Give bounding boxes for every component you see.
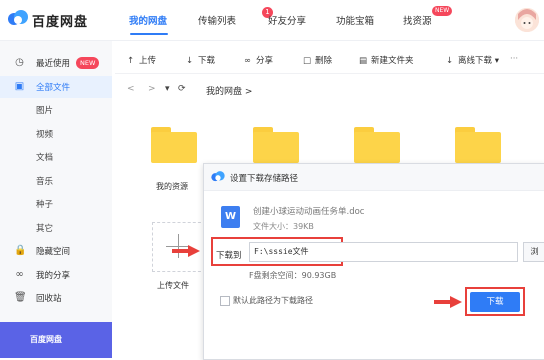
sidebar-item-label: 图片: [36, 106, 54, 116]
sidebar-item-music[interactable]: 音乐: [0, 170, 112, 192]
default-path-checkbox[interactable]: [220, 296, 230, 306]
sidebar-item-label: 全部文件: [36, 83, 71, 93]
sidebar-item-label: 回收站: [36, 294, 62, 304]
browse-button[interactable]: 浏: [523, 242, 544, 262]
new-badge: NEW: [76, 57, 100, 69]
baidu-netdisk-logo-icon: [8, 10, 28, 25]
red-arrow-icon: [434, 296, 462, 308]
avatar-icon: [515, 8, 539, 32]
breadcrumb-item: 我的网盘: [206, 87, 243, 97]
offline-download-label: 离线下载: [458, 56, 493, 66]
forward-icon[interactable]: >: [148, 84, 156, 94]
folder-icon[interactable]: [253, 127, 299, 163]
avatar[interactable]: [515, 8, 539, 32]
delete-button[interactable]: □ 删除: [303, 54, 332, 66]
clock-icon: ◷: [15, 57, 24, 68]
sidebar-item-label: 文档: [36, 153, 54, 163]
new-folder-button[interactable]: ▤ 新建文件夹: [359, 54, 414, 66]
offline-download-icon: ↓: [446, 56, 454, 66]
sidebar-item-recent[interactable]: ◷ 最近使用 NEW: [0, 52, 112, 74]
trash-icon: 🗑: [14, 292, 27, 303]
sidebar-item-label: 音乐: [36, 177, 54, 187]
sidebar-item-label: 种子: [36, 200, 54, 210]
document-icon: ▣: [14, 81, 25, 92]
new-badge: NEW: [432, 6, 453, 16]
share-button[interactable]: ∞ 分享: [244, 54, 273, 66]
sidebar-item-label: 隐藏空间: [36, 247, 71, 257]
back-icon[interactable]: <: [127, 84, 135, 94]
tab-friend-share[interactable]: 好友分享: [268, 13, 306, 27]
folder-label: 我的资源: [156, 182, 188, 191]
upload-button[interactable]: ↑ 上传: [127, 54, 156, 66]
promo-text: 百度网盘: [30, 335, 62, 344]
baidu-netdisk-logo-icon: [211, 171, 225, 182]
sidebar-item-my-shares[interactable]: ∞ 我的分享: [0, 264, 112, 286]
tab-find-resources[interactable]: 找资源: [403, 13, 432, 27]
download-path-input[interactable]: [250, 243, 508, 259]
sidebar-item-label: 视频: [36, 130, 54, 140]
sidebar-item-hidden-space[interactable]: 🔒 隐藏空间: [0, 240, 112, 262]
more-button[interactable]: ···: [510, 54, 518, 64]
offline-download-button[interactable]: ↓ 离线下载 ▾: [446, 54, 499, 66]
sidebar-item-torrents[interactable]: 种子: [0, 193, 112, 215]
breadcrumb[interactable]: 我的网盘 >: [206, 84, 252, 97]
tab-transfer-list[interactable]: 传输列表: [198, 13, 236, 27]
delete-label: 删除: [315, 56, 333, 66]
sidebar-item-all-files[interactable]: ▣ 全部文件: [0, 76, 112, 98]
share-label: 分享: [256, 56, 274, 66]
download-button[interactable]: 下载: [470, 292, 520, 312]
dialog-title: 设置下载存储路径: [230, 174, 299, 184]
tab-toolbox[interactable]: 功能宝箱: [336, 13, 374, 27]
sidebar-item-documents[interactable]: 文档: [0, 146, 112, 168]
download-path-field[interactable]: [249, 242, 518, 262]
new-folder-label: 新建文件夹: [371, 56, 414, 66]
free-space-text: F盘剩余空间：90.93GB: [249, 271, 337, 280]
folder-plus-icon: ▤: [359, 56, 368, 66]
folder-icon[interactable]: [455, 127, 501, 163]
sidebar-item-label: 其它: [36, 224, 54, 234]
red-arrow-icon: [172, 245, 200, 257]
active-tab-indicator: [130, 33, 168, 35]
app-title: 百度网盘: [32, 15, 89, 30]
breadcrumb-separator: >: [244, 87, 253, 97]
download-icon: ↓: [186, 56, 194, 66]
folder-icon[interactable]: [354, 127, 400, 163]
sidebar-item-others[interactable]: 其它: [0, 217, 112, 239]
toolbar-divider: [115, 73, 544, 74]
download-button[interactable]: ↓ 下载: [186, 54, 215, 66]
upload-label: 上传: [139, 56, 157, 66]
word-document-icon: W: [221, 206, 240, 228]
chevron-down-icon: ▾: [492, 56, 499, 66]
lock-icon: 🔒: [14, 245, 27, 256]
download-to-label: 下载到: [216, 251, 242, 261]
upload-icon: ↑: [127, 56, 135, 66]
sidebar-item-recycle-bin[interactable]: 🗑 回收站: [0, 287, 112, 309]
sidebar-item-label: 最近使用: [36, 59, 71, 69]
download-label: 下载: [198, 56, 216, 66]
tab-my-disk[interactable]: 我的网盘: [129, 13, 167, 27]
folder-icon[interactable]: [151, 127, 197, 163]
sidebar-item-label: 我的分享: [36, 271, 71, 281]
share-icon: ∞: [244, 56, 252, 66]
share-icon: ∞: [15, 269, 24, 280]
file-name: 创建小球运动动画任务单.doc: [253, 207, 365, 217]
trash-icon: □: [303, 56, 312, 66]
upload-tile-label: 上传文件: [157, 281, 189, 290]
default-path-label: 默认此路径为下载路径: [233, 296, 313, 305]
history-dropdown-icon[interactable]: ▾: [165, 84, 170, 94]
file-size: 文件大小：39KB: [253, 222, 314, 231]
sidebar-item-videos[interactable]: 视频: [0, 123, 112, 145]
refresh-icon[interactable]: ⟳: [178, 84, 186, 94]
sidebar-item-images[interactable]: 图片: [0, 99, 112, 121]
